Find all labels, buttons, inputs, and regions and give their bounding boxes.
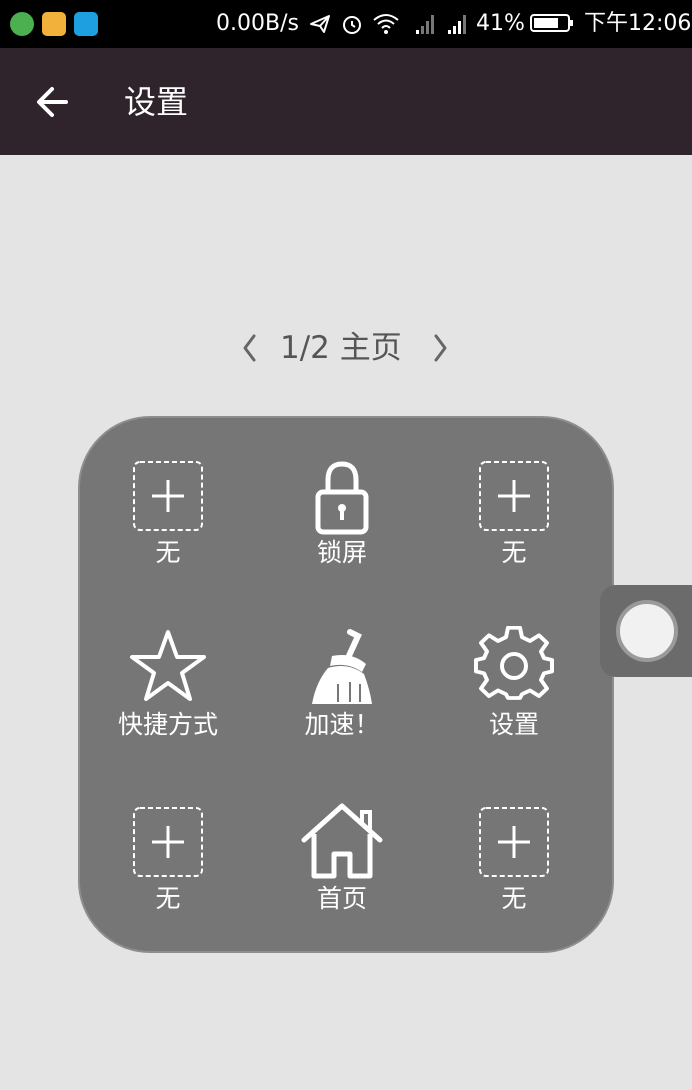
panel-item-label: 加速！	[304, 710, 380, 739]
panel-item-label: 首页	[316, 884, 367, 913]
panel-item-label: 锁屏	[316, 538, 367, 567]
add-icon	[479, 807, 549, 877]
star-icon	[130, 630, 206, 701]
page-switcher: 1/2 主页	[0, 326, 692, 370]
panel-item-settings[interactable]: 设置	[428, 592, 600, 739]
add-icon	[133, 807, 203, 877]
panel-item-empty[interactable]: 无	[428, 766, 600, 913]
panel-item-lock-screen[interactable]: 锁屏	[256, 420, 428, 567]
qq-icon	[74, 12, 98, 36]
panel-item-label: 设置	[488, 710, 539, 739]
app-toolbar: 设置	[0, 48, 692, 155]
wifi-icon	[373, 14, 399, 34]
alarm-icon	[343, 16, 361, 34]
send-icon	[310, 15, 330, 33]
battery-level	[534, 18, 558, 28]
net-speed: 0.00B/s	[216, 11, 299, 36]
page-title: 设置	[124, 83, 189, 121]
weibo-icon	[42, 12, 66, 36]
signal-icon	[448, 15, 466, 34]
panel-item-shortcuts[interactable]: 快捷方式	[82, 592, 254, 739]
page-indicator: 1/2 主页	[280, 330, 402, 366]
assistive-touch-icon	[616, 600, 678, 662]
assistive-touch-button[interactable]	[600, 585, 692, 677]
add-icon	[479, 461, 549, 531]
panel-item-speed-up[interactable]: 加速！	[256, 592, 428, 739]
panel-item-empty[interactable]: 无	[82, 766, 254, 913]
panel-item-empty[interactable]: 无	[428, 420, 600, 567]
chevron-right-icon[interactable]	[428, 332, 452, 364]
gear-icon	[474, 626, 554, 700]
panel-item-label: 无	[501, 884, 527, 913]
battery-percent: 41%	[476, 11, 525, 36]
lock-icon	[315, 461, 369, 535]
arrow-left-icon[interactable]	[28, 76, 80, 128]
broom-icon	[312, 629, 372, 704]
panel-item-label: 无	[155, 884, 181, 913]
panel-item-home[interactable]: 首页	[256, 766, 428, 913]
wechat-icon	[10, 12, 34, 36]
status-bar: 0.00B/s 41% 下午12:06	[0, 0, 692, 48]
battery-icon	[530, 14, 573, 32]
panel-item-label: 无	[501, 538, 527, 567]
clock: 下午12:06	[584, 11, 692, 36]
chevron-left-icon[interactable]	[238, 332, 262, 364]
home-icon	[301, 803, 383, 879]
panel-item-empty[interactable]: 无	[82, 420, 254, 567]
panel-item-label: 快捷方式	[117, 710, 218, 739]
assistive-panel: 无 锁屏 无 快捷方式 加速！ 设置 无 首页 无	[78, 416, 614, 953]
panel-item-label: 无	[155, 538, 181, 567]
add-icon	[133, 461, 203, 531]
signal-icon	[416, 15, 434, 34]
